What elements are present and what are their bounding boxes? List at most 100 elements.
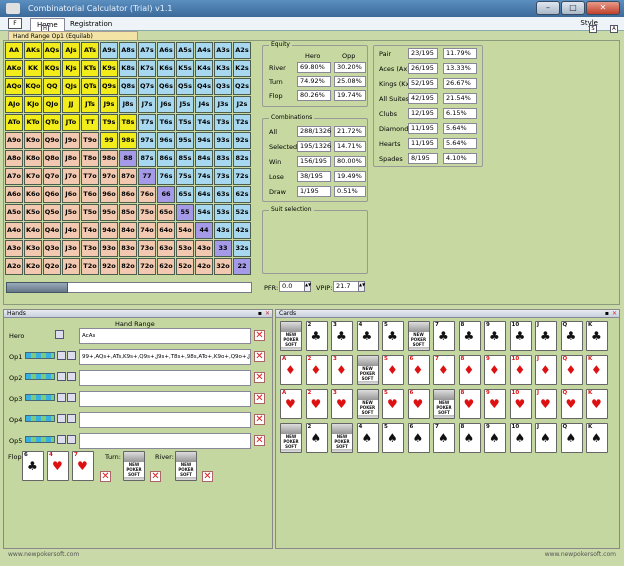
range-options-button[interactable] — [67, 435, 76, 444]
deck-card[interactable]: 6 ♠ — [407, 423, 430, 453]
hand-cell[interactable]: 95o — [100, 204, 118, 221]
hand-cell[interactable]: A2o — [5, 258, 23, 275]
deck-card[interactable]: A ♥ — [280, 389, 302, 419]
hand-cell[interactable]: Q7s — [138, 78, 156, 95]
clear-range-button[interactable]: ✕ — [254, 330, 265, 341]
hand-cell[interactable]: A6s — [157, 42, 175, 59]
deck-card[interactable]: 3 ♥ — [331, 389, 353, 419]
hand-cell[interactable]: J9s — [100, 96, 118, 113]
deck-card[interactable]: K ♣ — [586, 321, 608, 351]
flop-card[interactable]: 4 ♥ — [47, 451, 69, 481]
clear-turn-button[interactable]: ✕ — [150, 471, 161, 482]
hand-cell[interactable]: Q7o — [43, 168, 61, 185]
deck-card[interactable]: 2 ♣ — [305, 321, 328, 351]
range-chip-icon[interactable] — [25, 415, 55, 422]
hand-cell[interactable]: K7s — [138, 60, 156, 77]
hand-cell[interactable]: A4o — [5, 222, 23, 239]
deck-card[interactable]: 6 ♦ — [407, 355, 430, 385]
hand-cell[interactable]: K2o — [24, 258, 42, 275]
hand-cell[interactable]: T6s — [157, 114, 175, 131]
hand-cell[interactable]: 44 — [195, 222, 213, 239]
hand-cell[interactable]: 97o — [100, 168, 118, 185]
hand-cell[interactable]: QTs — [81, 78, 99, 95]
hand-cell[interactable]: K4s — [195, 60, 213, 77]
deck-card[interactable]: K ♥ — [586, 389, 608, 419]
hand-cell[interactable]: K9s — [100, 60, 118, 77]
deck-card[interactable]: NEW POKER SOFT — [407, 321, 430, 351]
deck-card[interactable]: NEW POKER SOFT — [280, 423, 302, 453]
hand-cell[interactable]: 42s — [233, 222, 251, 239]
deck-card[interactable]: 8 ♠ — [458, 423, 481, 453]
hand-cell[interactable]: 32s — [233, 240, 251, 257]
hand-cell[interactable]: T7o — [81, 168, 99, 185]
hand-cell[interactable]: A5o — [5, 204, 23, 221]
deck-card[interactable]: 2 ♠ — [305, 423, 328, 453]
hand-cell[interactable]: KTs — [81, 60, 99, 77]
hand-cell[interactable]: 73o — [138, 240, 156, 257]
close-icon[interactable]: ✕ — [265, 310, 270, 318]
hand-cell[interactable]: 92s — [233, 132, 251, 149]
app-menu-button[interactable]: F — [8, 18, 22, 29]
hand-cell[interactable]: 96s — [157, 132, 175, 149]
hand-cell[interactable]: 62o — [157, 258, 175, 275]
hand-range-input[interactable] — [79, 433, 251, 449]
range-chip-icon[interactable] — [25, 352, 55, 359]
deck-card[interactable]: Q ♣ — [560, 321, 583, 351]
hand-range-input[interactable]: AcAs — [79, 328, 251, 344]
deck-card[interactable]: K ♦ — [586, 355, 608, 385]
hand-cell[interactable]: 87o — [119, 168, 137, 185]
hand-cell[interactable]: 77 — [138, 168, 156, 185]
hand-cell[interactable]: J6s — [157, 96, 175, 113]
hand-cell[interactable]: JTo — [62, 114, 80, 131]
hand-cell[interactable]: A8o — [5, 150, 23, 167]
deck-card[interactable]: NEW POKER SOFT — [331, 423, 353, 453]
hand-cell[interactable]: 83o — [119, 240, 137, 257]
hand-cell[interactable]: 54s — [195, 204, 213, 221]
deck-card[interactable]: 5 ♠ — [382, 423, 404, 453]
hand-cell[interactable]: 42o — [195, 258, 213, 275]
deck-card[interactable]: 9 ♣ — [484, 321, 506, 351]
hand-cell[interactable]: QJs — [62, 78, 80, 95]
deck-card[interactable]: J ♦ — [535, 355, 557, 385]
hand-cell[interactable]: K7o — [24, 168, 42, 185]
hand-cell[interactable]: 94s — [195, 132, 213, 149]
hand-cell[interactable]: 93o — [100, 240, 118, 257]
deck-card[interactable]: NEW POKER SOFT — [280, 321, 302, 351]
hand-cell[interactable]: J7s — [138, 96, 156, 113]
hand-cell[interactable]: AA — [5, 42, 23, 59]
app-icon[interactable] — [6, 3, 20, 14]
pfr-spinner[interactable]: ▲▼ — [304, 281, 311, 292]
clear-range-button[interactable]: ✕ — [254, 351, 265, 362]
range-options-button[interactable] — [67, 372, 76, 381]
hero-card-picker-button[interactable] — [55, 330, 64, 339]
deck-card[interactable]: 9 ♠ — [484, 423, 506, 453]
hand-cell[interactable]: 76s — [157, 168, 175, 185]
river-card-slot[interactable]: NEW POKER SOFT — [175, 451, 197, 481]
footer-link-right[interactable]: www.newpokersoft.com — [545, 551, 616, 558]
hand-cell[interactable]: J9o — [62, 132, 80, 149]
hand-cell[interactable]: KK — [24, 60, 42, 77]
hand-cell[interactable]: 72s — [233, 168, 251, 185]
flop-card[interactable]: 7 ♥ — [72, 451, 94, 481]
deck-card[interactable]: 2 ♥ — [305, 389, 328, 419]
range-editor-button[interactable] — [57, 372, 66, 381]
hand-cell[interactable]: K4o — [24, 222, 42, 239]
clear-range-button[interactable]: ✕ — [254, 414, 265, 425]
deck-card[interactable]: NEW POKER SOFT — [356, 389, 379, 419]
hand-cell[interactable]: Q8s — [119, 78, 137, 95]
hand-cell[interactable]: K5s — [176, 60, 194, 77]
hand-cell[interactable]: K6s — [157, 60, 175, 77]
hand-cell[interactable]: 53s — [214, 204, 232, 221]
hand-cell[interactable]: 54o — [176, 222, 194, 239]
hand-cell[interactable]: TT — [81, 114, 99, 131]
hand-cell[interactable]: K9o — [24, 132, 42, 149]
pin-icon[interactable]: ▪ — [258, 310, 262, 318]
hand-cell[interactable]: A4s — [195, 42, 213, 59]
hand-cell[interactable]: 76o — [138, 186, 156, 203]
hand-cell[interactable]: A3o — [5, 240, 23, 257]
hand-cell[interactable]: J8o — [62, 150, 80, 167]
hand-cell[interactable]: T5o — [81, 204, 99, 221]
deck-card[interactable]: A ♦ — [280, 355, 302, 385]
range-editor-button[interactable] — [57, 393, 66, 402]
hand-cell[interactable]: T2s — [233, 114, 251, 131]
